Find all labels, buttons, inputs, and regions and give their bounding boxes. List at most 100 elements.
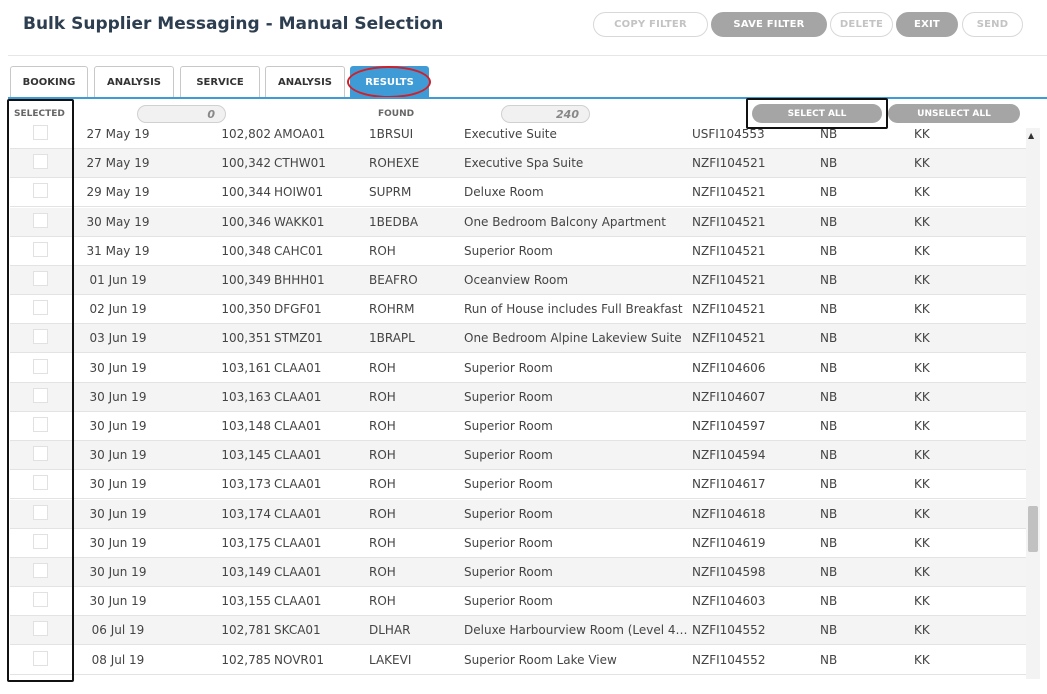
row-number: 103,161 [221,360,271,375]
row-number: 103,149 [221,565,271,579]
unselect-all-button[interactable]: UNSELECT ALL [888,104,1020,123]
table-row[interactable]: 27 May 19 102,802 AMOA01 1BRSUI Executive Su… [10,123,1026,149]
table-row[interactable]: 30 Jun 19 103,175 CLAA01 ROH Superior Room NZ… [10,529,1026,558]
row-select-checkbox[interactable] [33,387,48,403]
row-date: 08 Jul 19 [91,652,145,667]
row-select-checkbox[interactable] [33,621,48,637]
row-code: ROH [369,389,396,404]
row-select-checkbox[interactable] [33,446,48,462]
row-select-checkbox[interactable] [33,154,48,170]
row-status-1: NB [820,389,838,404]
table-row[interactable]: 30 Jun 19 103,161 CLAA01 ROH Superior Room NZ… [10,354,1026,383]
scroll-up-arrow-icon[interactable]: ▲ [1028,131,1034,140]
row-description: Superior Room [464,594,553,609]
table-row[interactable]: 29 May 19 100,344 HOIW01 SUPRM Deluxe Room NZ… [10,178,1026,208]
row-date: 30 Jun 19 [89,506,147,521]
vertical-scrollbar[interactable] [1026,128,1040,679]
row-description: Executive Suite [464,127,557,141]
row-select-checkbox[interactable] [33,563,48,578]
row-select-checkbox[interactable] [33,504,48,520]
table-row[interactable]: 30 Jun 19 103,149 CLAA01 ROH Superior Room NZ… [10,558,1026,587]
row-description: Superior Room [464,243,553,258]
table-row[interactable]: 30 Jun 19 103,173 CLAA01 ROH Superior Room NZ… [10,470,1026,500]
table-row[interactable]: 06 Jul 19 102,781 SKCA01 DLHAR Deluxe Harbou… [10,616,1026,646]
row-select-checkbox[interactable] [33,475,48,491]
save-filter-button[interactable]: SAVE FILTER [711,12,827,37]
row-status-2: KK [914,419,930,433]
row-number: 102,781 [221,623,271,638]
row-description: Superior Room Lake View [464,652,617,667]
table-row[interactable]: 30 Jun 19 103,174 CLAA01 ROH Superior Room NZ… [10,499,1026,529]
row-date: 30 May 19 [86,214,150,229]
row-date: 30 Jun 19 [89,389,147,404]
row-select-checkbox[interactable] [33,329,48,345]
row-supplier: HOIW01 [274,185,324,200]
row-status-1: NB [820,506,838,521]
table-row[interactable]: 30 Jun 19 103,155 CLAA01 ROH Superior Room NZ… [10,587,1026,617]
table-row[interactable]: 30 Jun 19 103,145 CLAA01 ROH Superior Room NZ… [10,441,1026,471]
table-row[interactable]: 30 Jun 19 103,163 CLAA01 ROH Superior Room NZ… [10,382,1026,412]
row-description: Superior Room [464,419,553,433]
send-button[interactable]: SEND [962,12,1023,37]
row-status-2: KK [914,652,930,667]
copy-filter-button[interactable]: COPY FILTER [593,12,708,37]
row-select-checkbox[interactable] [33,183,48,199]
table-row[interactable]: 31 May 19 100,348 CAHC01 ROH Superior Room NZ… [10,237,1026,266]
row-code: ROHEXE [369,156,420,171]
row-supplier: CLAA01 [274,535,322,550]
row-date: 02 Jun 19 [89,302,147,317]
row-code: ROH [369,565,396,579]
exit-button[interactable]: EXIT [896,12,958,37]
row-supplier: CLAA01 [274,477,322,492]
row-status-1: NB [820,652,838,667]
select-all-button[interactable]: SELECT ALL [752,104,882,123]
row-supplier: CLAA01 [274,506,322,521]
row-status-1: NB [820,565,838,579]
row-select-checkbox[interactable] [33,650,48,666]
row-description: Deluxe Harbourview Room (Level 4 ... [464,623,688,638]
row-description: Superior Room [464,360,553,375]
tab-service[interactable]: SERVICE [180,66,260,98]
row-select-checkbox[interactable] [33,417,48,432]
results-table: 27 May 19 102,802 AMOA01 1BRSUI Executive Su… [10,123,1026,679]
tab-analysis-1[interactable]: ANALYSIS [94,66,174,98]
row-code: ROH [369,535,396,550]
row-code: 1BRAPL [369,331,415,346]
row-supplier: STMZ01 [274,331,323,346]
table-row[interactable]: 08 Jul 19 102,785 NOVR01 LAKEVI Superior Roo… [10,646,1026,675]
row-description: Superior Room [464,448,553,463]
row-supplier: SKCA01 [274,623,321,638]
delete-button[interactable]: DELETE [830,12,893,37]
tab-results[interactable]: RESULTS [350,66,429,98]
row-reference: USFI104553 [692,127,765,141]
row-select-checkbox[interactable] [33,241,48,257]
row-reference: NZFI104619 [692,535,766,550]
table-row[interactable]: 02 Jun 19 100,350 DFGF01 ROHRM Run of House … [10,295,1026,325]
row-select-checkbox[interactable] [33,300,48,316]
scrollbar-thumb[interactable] [1028,506,1038,552]
row-select-checkbox[interactable] [33,271,48,286]
tab-analysis-2[interactable]: ANALYSIS [265,66,345,98]
row-select-checkbox[interactable] [33,358,48,374]
row-status-1: NB [820,185,838,200]
table-row[interactable]: 01 Jun 19 100,349 BHHH01 BEAFRO Oceanview Ro… [10,266,1026,295]
row-code: ROH [369,594,396,609]
row-code: BEAFRO [369,273,418,287]
row-status-1: NB [820,156,838,171]
row-select-checkbox[interactable] [33,125,48,140]
row-description: Superior Room [464,477,553,492]
table-row[interactable]: 03 Jun 19 100,351 STMZ01 1BRAPL One Bedroom … [10,324,1026,354]
tab-booking[interactable]: BOOKING [10,66,88,98]
row-select-checkbox[interactable] [33,212,48,228]
table-row[interactable]: 27 May 19 100,342 CTHW01 ROHEXE Executive Sp… [10,149,1026,179]
row-code: ROH [369,477,396,492]
row-select-checkbox[interactable] [33,592,48,608]
row-number: 100,351 [221,331,271,346]
row-date: 30 Jun 19 [89,419,147,433]
row-reference: NZFI104521 [692,243,766,258]
table-row[interactable]: 30 May 19 100,346 WAKK01 1BEDBA One Bedroom … [10,207,1026,237]
row-status-2: KK [914,127,930,141]
row-select-checkbox[interactable] [33,533,48,549]
table-row[interactable]: 30 Jun 19 103,148 CLAA01 ROH Superior Room NZ… [10,412,1026,441]
row-supplier: CLAA01 [274,419,322,433]
